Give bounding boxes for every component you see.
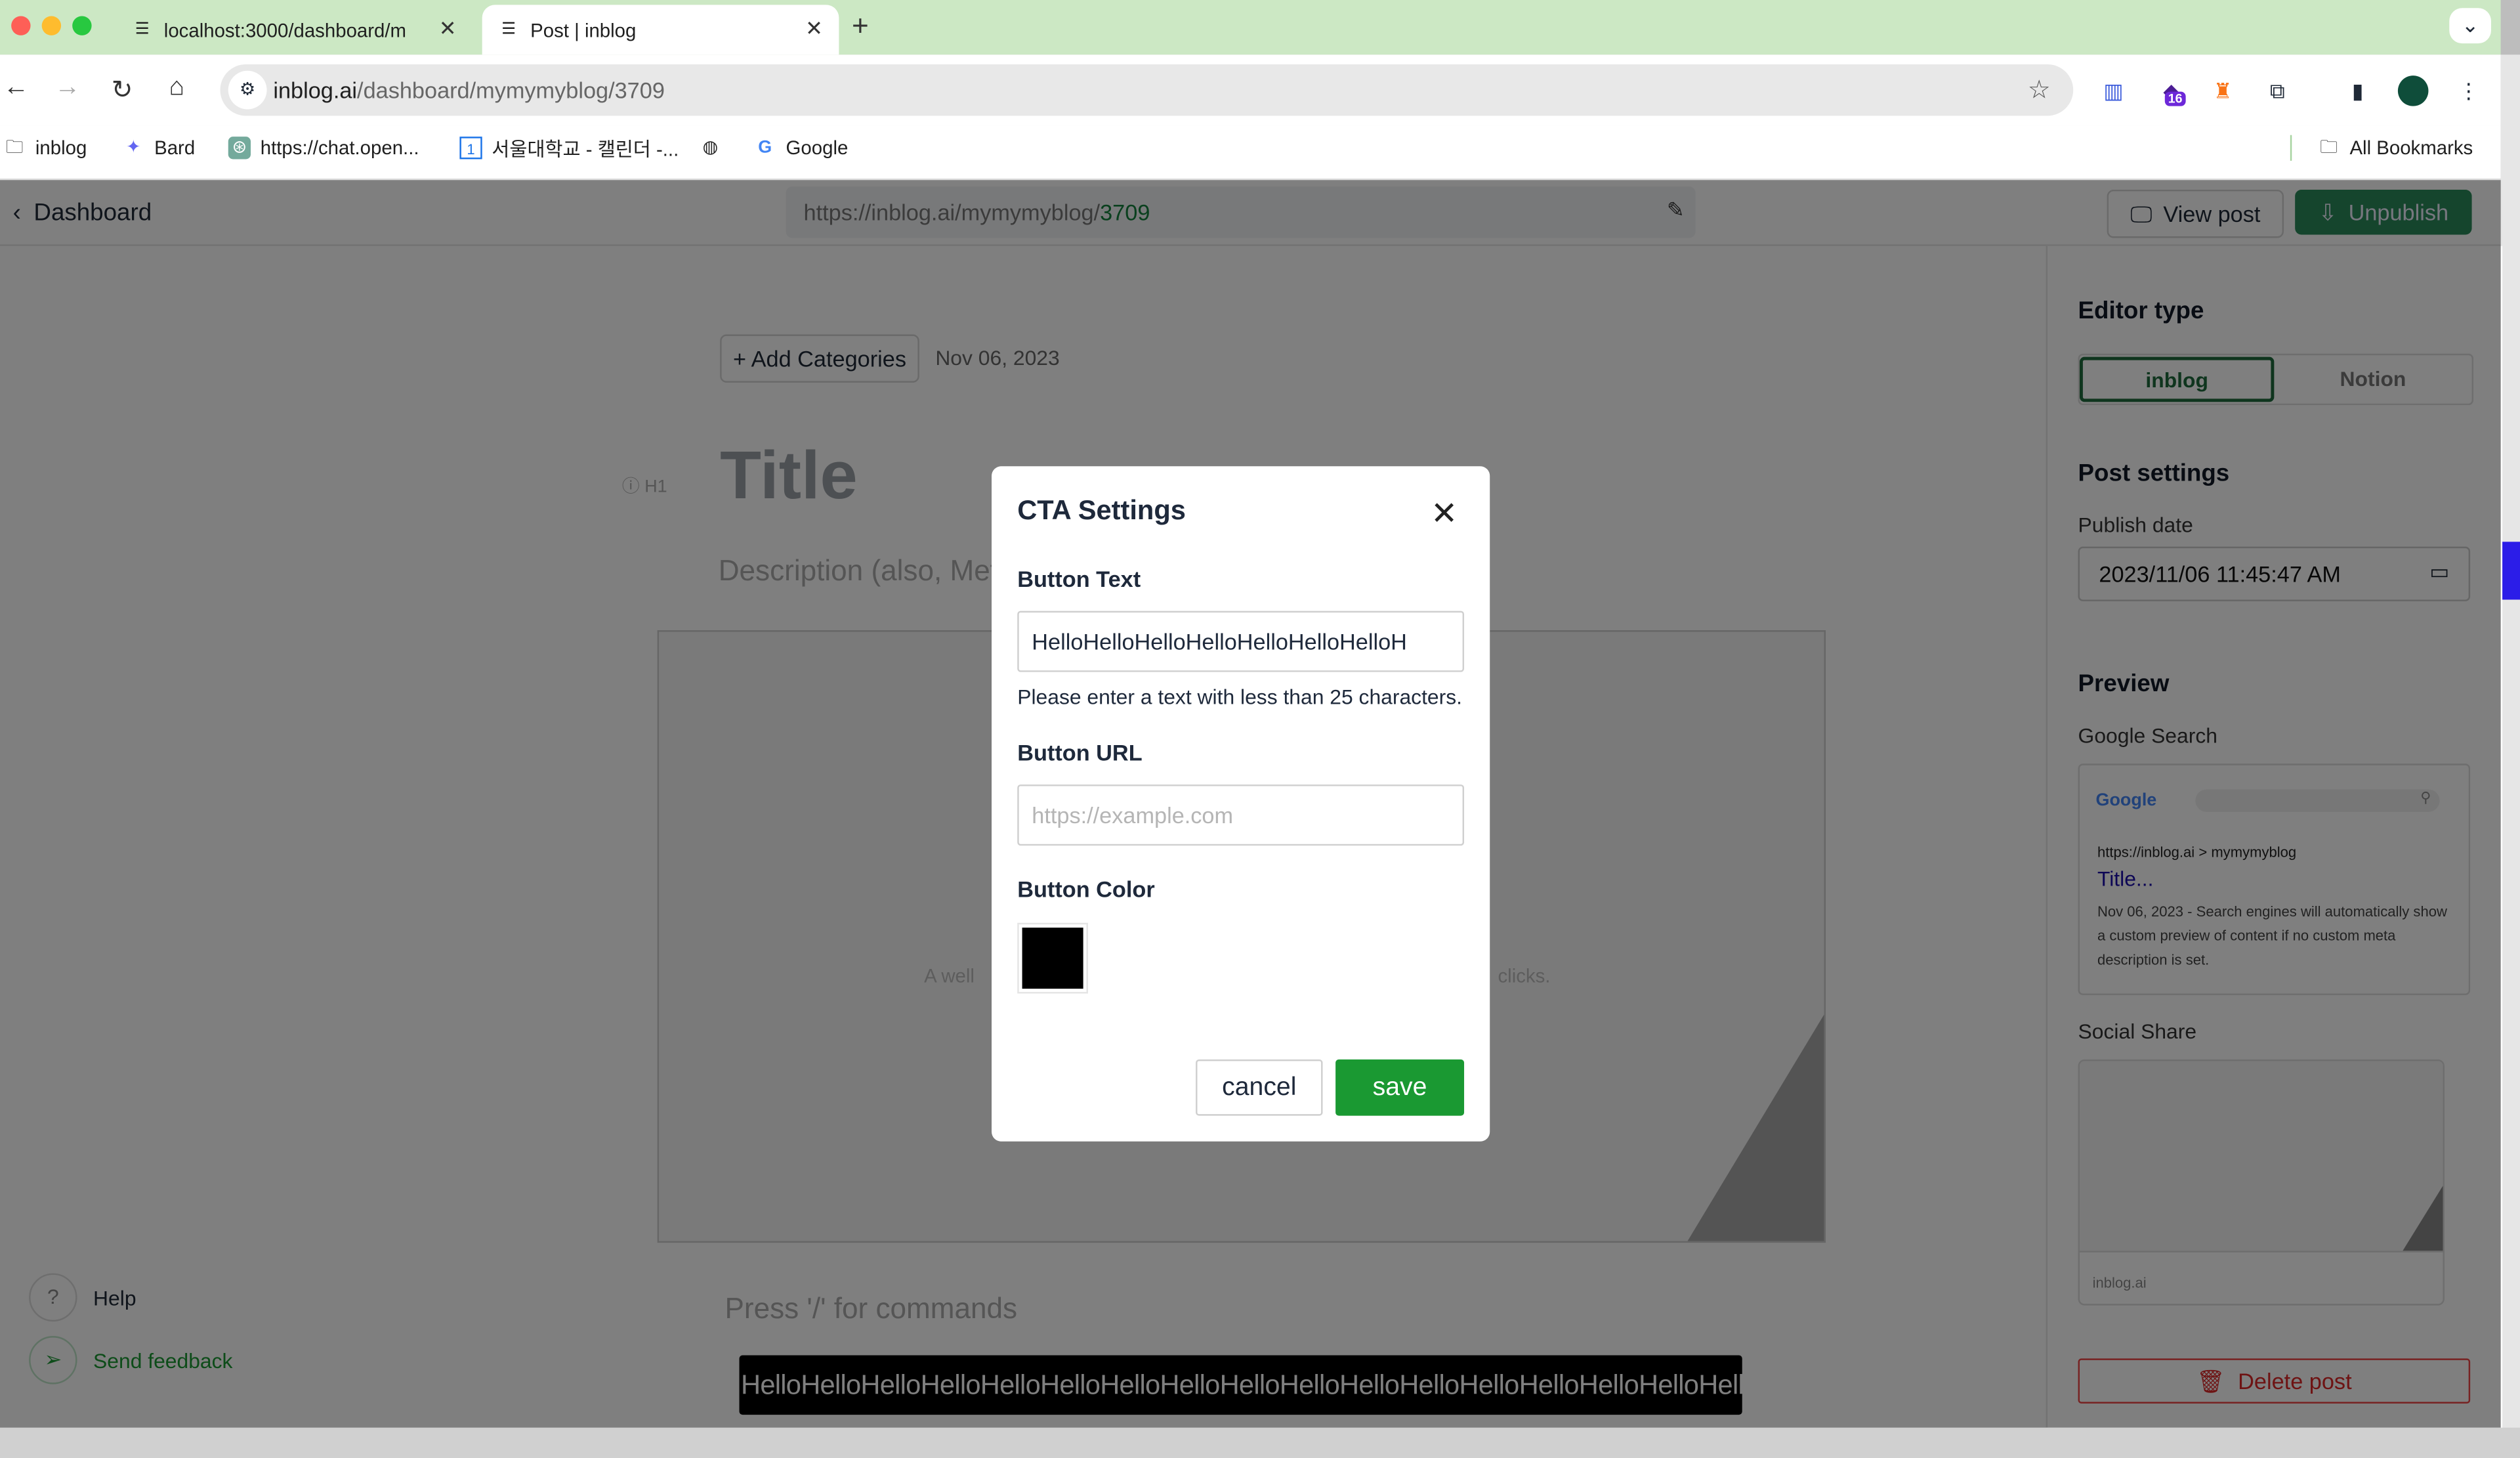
button-url-input[interactable]: [1017, 784, 1465, 846]
minimize-window-button[interactable]: [41, 16, 62, 35]
folder-icon: 🗀: [2320, 138, 2338, 158]
bookmark-label: All Bookmarks: [2349, 137, 2473, 160]
screen: ☰ localhost:3000/dashboard/m ✕ ☰ Post | …: [0, 0, 2520, 1458]
reload-icon[interactable]: ↻: [106, 74, 138, 106]
bookmark-star-icon[interactable]: ☆: [2028, 74, 2051, 106]
forward-icon[interactable]: →: [51, 74, 83, 103]
bookmark-globe[interactable]: ◍: [699, 135, 731, 161]
bookmark-divider: [2290, 135, 2292, 161]
address-url[interactable]: inblog.ai/dashboard/mymymyblog/3709: [273, 77, 665, 103]
tab-post-inblog[interactable]: ☰ Post | inblog ✕: [482, 5, 839, 55]
calendar-icon: 1: [459, 137, 482, 160]
home-icon[interactable]: ⌂: [161, 74, 193, 103]
bookmark-snu-calendar[interactable]: 1 서울대학교 - 캘린더 -...: [459, 135, 679, 161]
address-bar[interactable]: ⚙ inblog.ai/dashboard/mymymyblog/3709 ☆: [220, 64, 2074, 116]
bookmark-label: Bard: [154, 137, 196, 160]
chrome-menu-icon[interactable]: ⋮: [2454, 77, 2483, 106]
button-text-label: Button Text: [1017, 566, 1141, 592]
page-favicon-icon: ☰: [135, 20, 150, 38]
bookmark-label: inblog: [35, 137, 87, 160]
chevron-down-icon: ⌄: [2461, 12, 2479, 37]
side-panel-icon[interactable]: ▮: [2343, 77, 2372, 106]
page-favicon-icon: ☰: [501, 20, 516, 38]
site-info-icon[interactable]: ⚙: [228, 70, 267, 110]
floating-tab-peek: [2500, 542, 2520, 600]
bard-icon: ✦: [125, 138, 141, 158]
button-text-input[interactable]: [1017, 611, 1465, 672]
back-icon[interactable]: ←: [0, 74, 32, 103]
button-color-label: Button Color: [1017, 876, 1155, 902]
cta-settings-modal: CTA Settings ✕ Button Text Please enter …: [992, 466, 1490, 1142]
tab-label: Post | inblog: [530, 18, 637, 41]
close-tab-icon[interactable]: ✕: [439, 16, 457, 41]
google-icon: G: [758, 138, 772, 158]
extensions-puzzle-icon[interactable]: ⧉: [2263, 77, 2292, 106]
folder-icon: 🗀: [5, 138, 24, 158]
url-path: /dashboard/mymymyblog/3709: [357, 77, 665, 103]
extension-chart-icon[interactable]: ▥: [2099, 77, 2128, 106]
button-text-help: Please enter a text with less than 25 ch…: [1017, 685, 1463, 710]
close-icon[interactable]: ✕: [1431, 498, 1458, 530]
color-swatch: [1022, 928, 1083, 989]
button-url-label: Button URL: [1017, 739, 1143, 765]
close-window-button[interactable]: [11, 16, 31, 35]
bookmark-bard[interactable]: ✦ Bard: [122, 135, 195, 161]
url-host: inblog.ai: [273, 77, 358, 103]
close-tab-icon[interactable]: ✕: [805, 16, 823, 41]
extension-badge-count: 16: [2164, 91, 2186, 106]
bookmark-inblog[interactable]: 🗀 inblog: [3, 135, 87, 161]
lighthouse-icon[interactable]: ♜: [2208, 77, 2237, 106]
bookmark-google[interactable]: G Google: [754, 135, 849, 161]
maximize-window-button[interactable]: [72, 16, 92, 35]
tab-localhost[interactable]: ☰ localhost:3000/dashboard/m ✕: [116, 5, 472, 54]
bookmark-label: https://chat.open...: [260, 137, 419, 160]
chatgpt-icon: ⊛: [228, 137, 251, 160]
tab-label: localhost:3000/dashboard/m: [163, 18, 407, 41]
desktop-bottom: [0, 1427, 2520, 1458]
bookmark-chatgpt[interactable]: ⊛ https://chat.open...: [228, 135, 419, 161]
all-bookmarks[interactable]: 🗀 All Bookmarks: [2317, 135, 2473, 161]
modal-title: CTA Settings: [1017, 495, 1186, 526]
new-tab-button[interactable]: +: [852, 10, 869, 43]
profile-avatar[interactable]: [2397, 75, 2429, 106]
globe-icon: ◍: [702, 138, 719, 158]
bookmark-label: Google: [786, 137, 849, 160]
save-button[interactable]: save: [1335, 1059, 1465, 1116]
tab-search-button[interactable]: ⌄: [2449, 8, 2491, 44]
window-edge: [2500, 54, 2520, 1458]
bookmark-label: 서울대학교 - 캘린더 -...: [492, 137, 679, 160]
button-color-picker[interactable]: [1017, 922, 1088, 994]
cancel-button[interactable]: cancel: [1196, 1059, 1323, 1116]
